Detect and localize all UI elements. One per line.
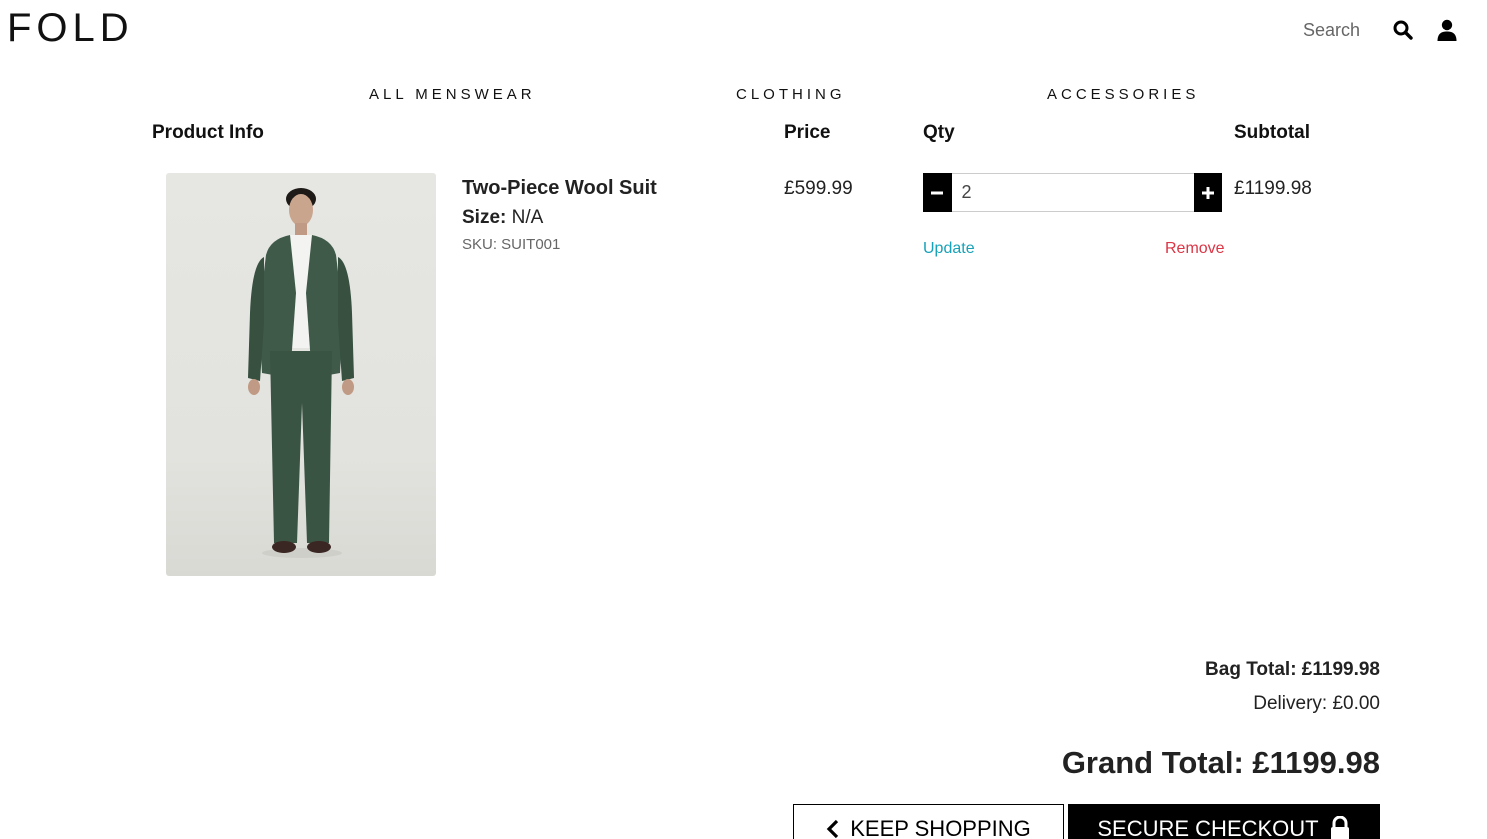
product-size-value: N/A xyxy=(511,207,544,228)
user-icon xyxy=(1437,19,1457,41)
delivery-cost: Delivery: £0.00 xyxy=(1253,693,1380,714)
plus-icon xyxy=(1201,186,1214,199)
minus-icon xyxy=(931,191,944,194)
nav-item-clothing[interactable]: CLOTHING xyxy=(736,86,846,103)
product-photo xyxy=(248,188,354,558)
shopping-bag-page: FOLD ALL MENSWEAR CLOTHING ACCESSORIES P… xyxy=(0,0,1487,839)
update-link[interactable]: Update xyxy=(923,240,975,258)
product-subtotal: £1199.98 xyxy=(1234,178,1312,199)
grand-total: Grand Total: £1199.98 xyxy=(1061,745,1380,780)
increment-qty-button[interactable] xyxy=(1193,173,1222,212)
column-header-subtotal: Subtotal xyxy=(1234,122,1310,143)
nav-item-all-menswear[interactable]: ALL MENSWEAR xyxy=(369,86,536,103)
site-logo[interactable]: FOLD xyxy=(7,6,134,51)
account-button[interactable] xyxy=(1427,14,1467,46)
header-actions xyxy=(1303,14,1467,46)
quantity-stepper xyxy=(923,173,1222,212)
search-button[interactable] xyxy=(1383,14,1423,46)
column-header-price: Price xyxy=(784,122,831,143)
secure-checkout-button[interactable]: SECURE CHECKOUT xyxy=(1068,804,1380,839)
quantity-input[interactable] xyxy=(951,173,1194,212)
product-price: £599.99 xyxy=(784,178,853,199)
product-name: Two-Piece Wool Suit xyxy=(462,177,657,199)
bag-total: Bag Total: £1199.98 xyxy=(1205,659,1380,680)
decrement-qty-button[interactable] xyxy=(923,173,952,212)
nav-item-accessories[interactable]: ACCESSORIES xyxy=(1047,86,1199,103)
product-sku: SKU: SUIT001 xyxy=(462,236,561,253)
search-input[interactable] xyxy=(1303,15,1375,45)
product-size-label: Size: xyxy=(462,207,507,228)
keep-shopping-label: KEEP SHOPPING xyxy=(850,816,1031,839)
product-image xyxy=(166,173,436,576)
search-icon xyxy=(1393,20,1413,40)
keep-shopping-button[interactable]: KEEP SHOPPING xyxy=(793,804,1064,839)
column-header-qty: Qty xyxy=(923,122,955,143)
remove-link[interactable]: Remove xyxy=(1165,240,1225,258)
chevron-left-icon xyxy=(826,819,839,839)
secure-checkout-label: SECURE CHECKOUT xyxy=(1097,816,1319,839)
lock-icon xyxy=(1330,816,1349,839)
column-header-product-info: Product Info xyxy=(152,122,264,143)
main-nav: ALL MENSWEAR CLOTHING ACCESSORIES xyxy=(0,86,1487,108)
product-size: Size: N/A xyxy=(462,207,543,229)
